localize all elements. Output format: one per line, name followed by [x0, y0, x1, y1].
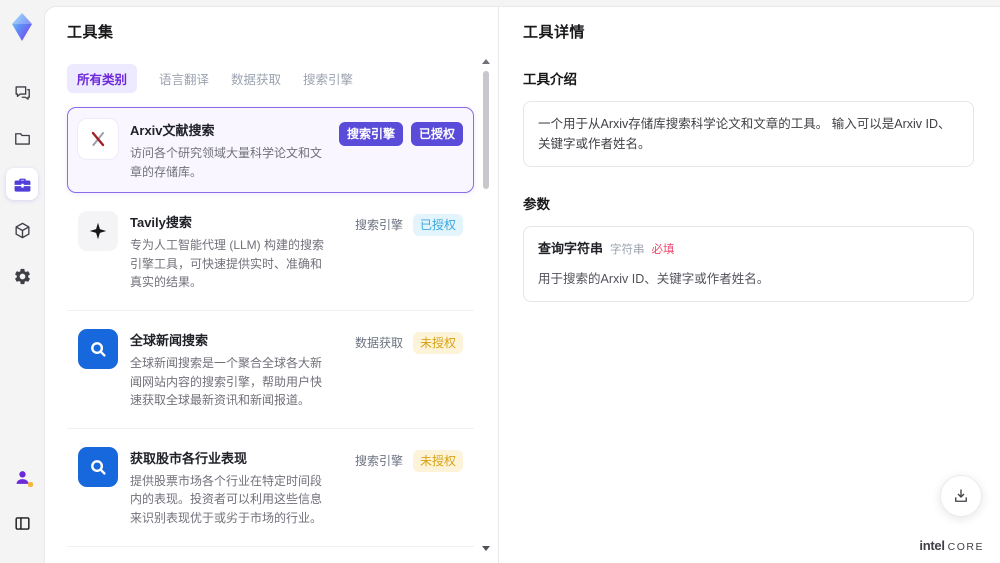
tool-icon	[78, 328, 118, 369]
tool-title: 获取股市各行业表现	[130, 450, 248, 466]
sidebar-item-files[interactable]	[6, 122, 38, 154]
param-description: 用于搜索的Arxiv ID、关键字或作者姓名。	[538, 271, 770, 286]
gear-icon	[14, 268, 30, 284]
tab-2[interactable]: 数据获取	[231, 69, 281, 88]
briefcase-icon	[14, 178, 30, 192]
search-app-icon	[91, 342, 106, 357]
tool-card[interactable]: 获取股市各行业表现 提供股票市场各个行业在特定时间段内的表现。投资者可以利用这些…	[67, 435, 474, 540]
sidebar-item-collapse[interactable]	[6, 507, 38, 539]
param-box: 查询字符串 字符串 必填 用于搜索的Arxiv ID、关键字或作者姓名。	[523, 226, 974, 302]
tool-category-badge: 数据获取	[354, 335, 403, 350]
tool-auth-badge: 已授权	[410, 122, 463, 146]
tool-title: 全球新闻搜索	[130, 332, 209, 348]
tool-title: Arxiv文献搜索	[130, 123, 215, 138]
tool-card[interactable]: 获取市场最活跃股票信息 提供当天交易量最高的股票列表，投资者可以利用这些信息来识…	[67, 553, 474, 563]
sidebar-item-settings[interactable]	[6, 260, 38, 292]
tool-card[interactable]: Arxiv文献搜索 访问各个研究领域大量科学论文和文章的存储库。 搜索引擎 已授…	[67, 107, 474, 194]
param-header: 查询字符串 字符串 必填	[538, 239, 959, 260]
tab-0[interactable]: 所有类别	[67, 64, 138, 93]
param-required-badge: 必填	[651, 244, 675, 256]
scrollbar-thumb[interactable]	[483, 71, 489, 189]
chat-icon	[14, 85, 30, 100]
detail-title: 工具详情	[523, 24, 586, 41]
tool-auth-badge: 已授权	[412, 214, 463, 237]
tool-auth-badge: 未授权	[412, 449, 463, 472]
icon-rail	[0, 0, 44, 563]
tool-detail-pane: 工具详情 工具介绍 一个用于从Arxiv存储库搜索科学论文和文章的工具。 输入可…	[498, 7, 1000, 563]
list-scrollbar[interactable]	[482, 59, 490, 551]
tool-description: 全球新闻搜索是一个聚合全球各大新闻网站内容的搜索引擎，帮助用户快速获取全球最新资…	[130, 355, 323, 408]
sidebar-item-profile[interactable]	[6, 461, 38, 493]
tool-description: 访问各个研究领域大量科学论文和文章的存储库。	[130, 146, 323, 179]
download-icon	[955, 489, 967, 502]
tool-category-badge: 搜索引擎	[354, 453, 403, 468]
cube-icon	[14, 222, 30, 238]
layout-panel-icon	[14, 516, 30, 530]
tool-category-badge: 搜索引擎	[354, 218, 403, 233]
intro-text: 一个用于从Arxiv存储库搜索科学论文和文章的工具。 输入可以是Arxiv ID…	[538, 117, 951, 151]
tool-title: Tavily搜索	[130, 215, 192, 231]
main-surface: 工具集 所有类别 语言翻译 数据获取 搜索引擎 Arxiv文献搜索 访问各个研究…	[44, 6, 1000, 563]
tool-icon	[78, 119, 118, 159]
sidebar-item-chat[interactable]	[6, 76, 38, 108]
download-button[interactable]	[940, 475, 982, 517]
app-window: 工具集 所有类别 语言翻译 数据获取 搜索引擎 Arxiv文献搜索 访问各个研究…	[0, 0, 1000, 563]
tool-icon	[78, 446, 118, 487]
page-title: 工具集	[67, 24, 114, 41]
arxiv-icon	[91, 131, 105, 147]
params-heading: 参数	[523, 197, 550, 212]
tool-category-badge: 搜索引擎	[338, 122, 403, 146]
status-dot	[28, 482, 33, 487]
sidebar-item-apps[interactable]	[6, 214, 38, 246]
category-tabs: 所有类别 语言翻译 数据获取 搜索引擎	[67, 64, 474, 93]
search-app-icon	[91, 459, 106, 475]
scroll-up-arrow-icon[interactable]	[482, 59, 490, 64]
tab-3[interactable]: 搜索引擎	[303, 69, 353, 88]
intel-core-logo: intel CORE	[919, 538, 984, 553]
intro-box: 一个用于从Arxiv存储库搜索科学论文和文章的工具。 输入可以是Arxiv ID…	[523, 101, 974, 167]
toolset-pane: 工具集 所有类别 语言翻译 数据获取 搜索引擎 Arxiv文献搜索 访问各个研究…	[45, 7, 498, 563]
tool-list: Arxiv文献搜索 访问各个研究领域大量科学论文和文章的存储库。 搜索引擎 已授…	[67, 107, 474, 563]
tool-description: 专为人工智能代理 (LLM) 构建的搜索引擎工具，可快速提供实时、准确和真实的结…	[130, 238, 325, 290]
tavily-star-icon	[89, 222, 107, 240]
intro-heading: 工具介绍	[523, 72, 577, 87]
tool-icon	[78, 211, 118, 252]
folder-icon	[14, 132, 30, 145]
sidebar-item-tools[interactable]	[6, 168, 38, 200]
tab-1[interactable]: 语言翻译	[159, 69, 209, 88]
app-logo[interactable]	[8, 12, 36, 42]
param-name: 查询字符串	[538, 241, 604, 256]
tool-card[interactable]: 全球新闻搜索 全球新闻搜索是一个聚合全球各大新闻网站内容的搜索引擎，帮助用户快速…	[67, 317, 474, 422]
tool-card[interactable]: Tavily搜索 专为人工智能代理 (LLM) 构建的搜索引擎工具，可快速提供实…	[67, 199, 474, 304]
tool-description: 提供股票市场各个行业在特定时间段内的表现。投资者可以利用这些信息来识别表现优于或…	[130, 473, 323, 525]
scroll-down-arrow-icon[interactable]	[482, 546, 490, 551]
param-type: 字符串	[610, 244, 645, 256]
tool-auth-badge: 未授权	[412, 331, 463, 354]
